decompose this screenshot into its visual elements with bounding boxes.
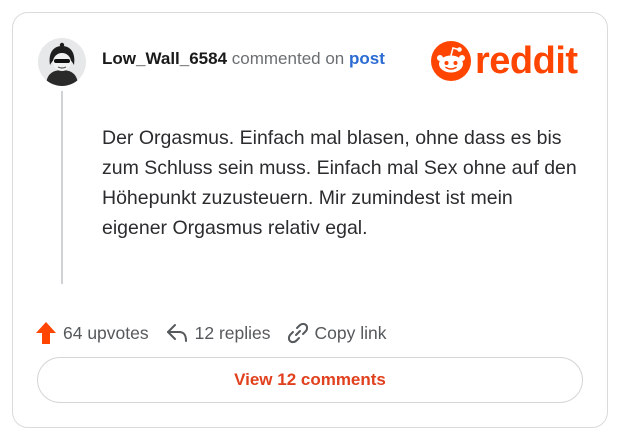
username[interactable]: Low_Wall_6584 bbox=[102, 49, 227, 68]
copy-link-button[interactable]: Copy link bbox=[287, 322, 387, 344]
reddit-wordmark: reddit bbox=[475, 40, 578, 82]
view-comments-button[interactable]: View 12 comments bbox=[37, 357, 583, 403]
upvotes-count: 64 upvotes bbox=[63, 322, 149, 343]
commented-on-text: commented on bbox=[231, 49, 345, 68]
post-link[interactable]: post bbox=[349, 49, 385, 68]
replies-count: 12 replies bbox=[194, 322, 271, 343]
reddit-logo: reddit bbox=[431, 41, 578, 81]
action-bar: 64 upvotes 12 replies Copy link bbox=[35, 319, 403, 347]
comment-card: Low_Wall_6584 commented on post reddit D… bbox=[12, 12, 608, 428]
thread-line bbox=[61, 91, 63, 284]
avatar[interactable] bbox=[38, 38, 86, 86]
link-icon bbox=[287, 322, 308, 344]
replies-button[interactable]: 12 replies bbox=[165, 322, 271, 344]
upvote-arrow-icon bbox=[36, 322, 56, 344]
avatar-icon bbox=[38, 38, 86, 86]
copy-link-label: Copy link bbox=[314, 322, 387, 343]
reply-icon bbox=[166, 324, 187, 342]
comment-body: Der Orgasmus. Einfach mal blasen, ohne d… bbox=[102, 127, 577, 239]
comment-header: Low_Wall_6584 commented on post bbox=[102, 47, 385, 71]
upvote-button[interactable]: 64 upvotes bbox=[35, 321, 149, 345]
reddit-snoo-icon bbox=[431, 41, 471, 81]
